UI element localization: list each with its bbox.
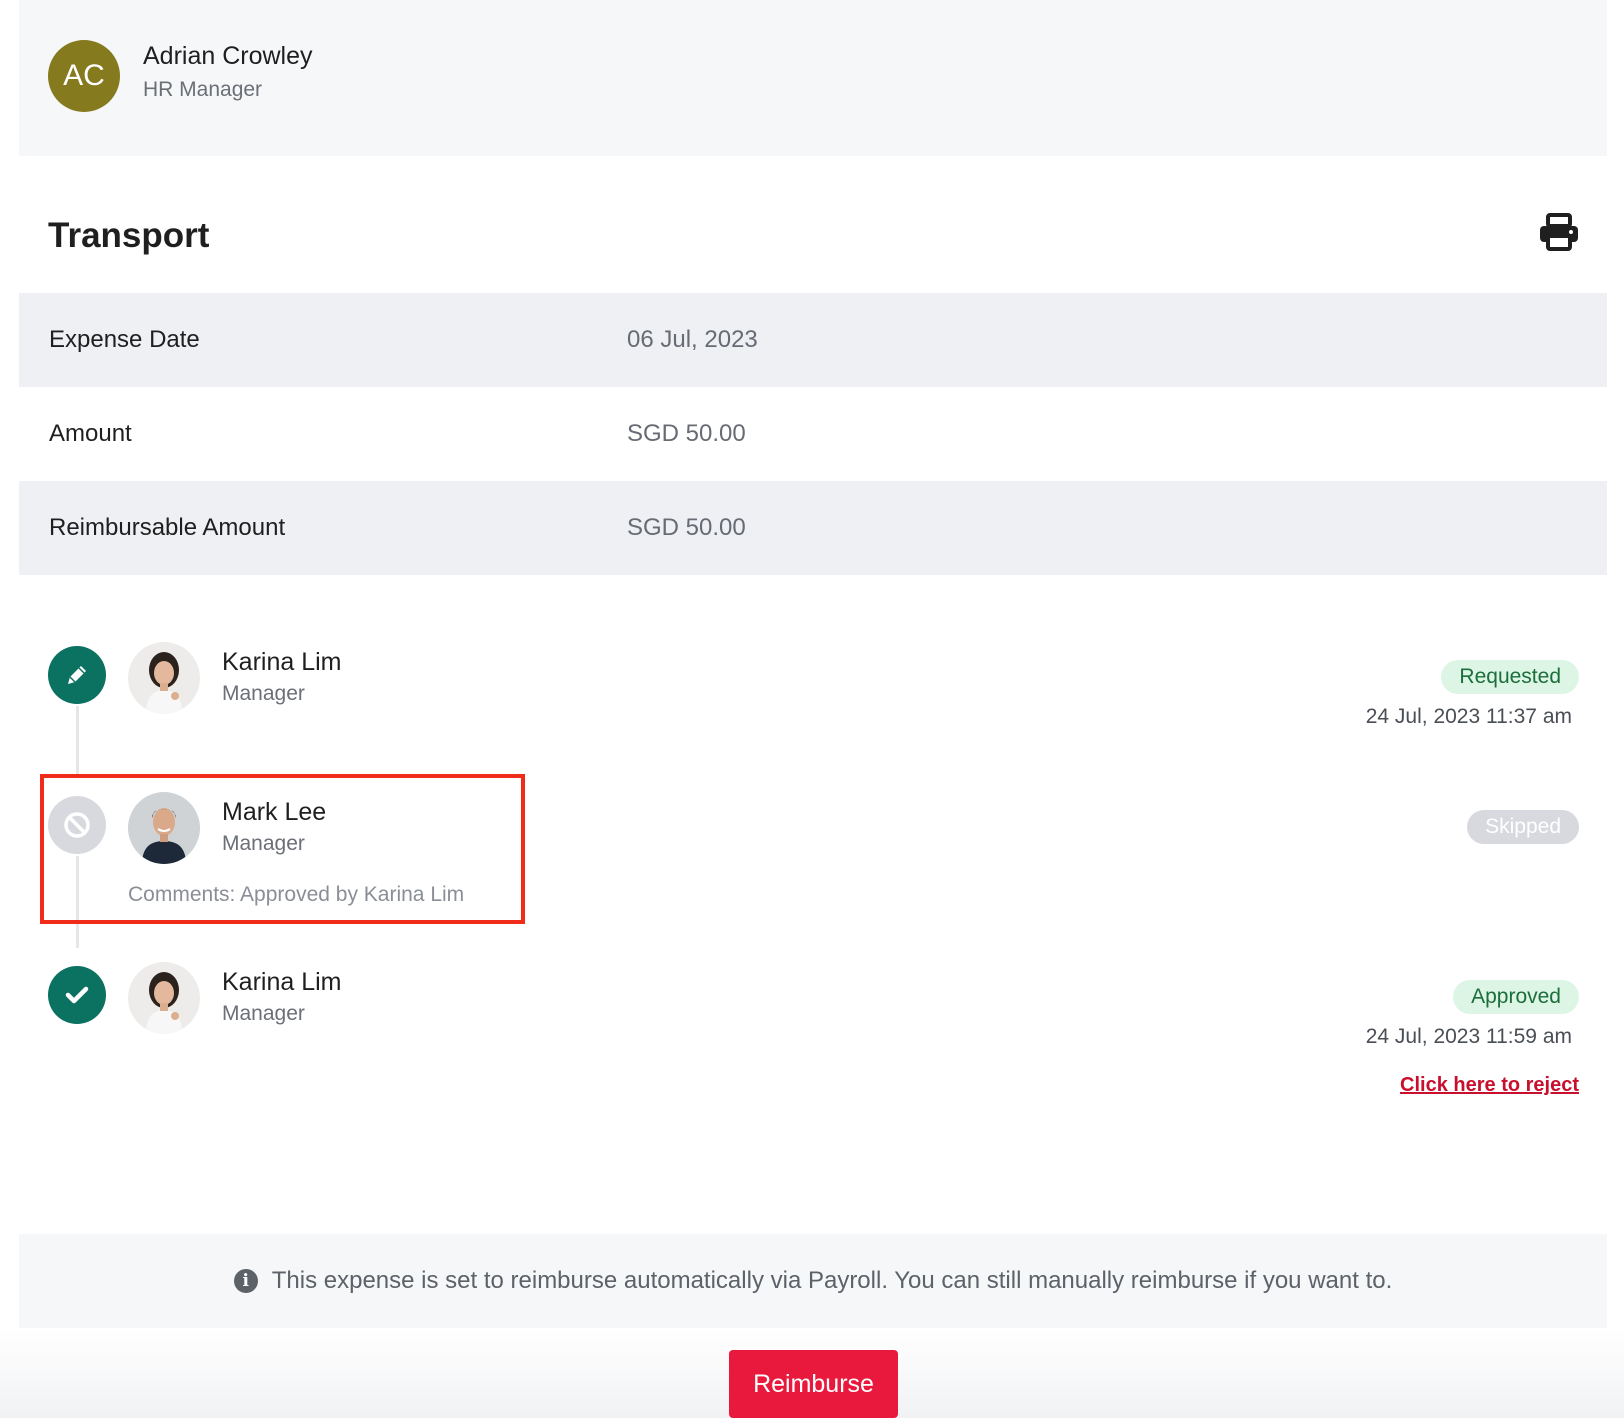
info-text: This expense is set to reimburse automat… xyxy=(271,1267,1393,1294)
requester-role: HR Manager xyxy=(143,78,263,101)
detail-value: SGD 50.00 xyxy=(627,514,746,541)
timestamp: 24 Jul, 2023 11:37 am xyxy=(1365,705,1572,728)
detail-row-reimbursable-amount: Reimbursable Amount SGD 50.00 xyxy=(19,481,1607,575)
reimburse-button[interactable]: Reimburse xyxy=(729,1350,898,1418)
pencil-icon xyxy=(48,646,106,704)
status-badge: Approved xyxy=(1453,980,1579,1014)
status-badge: Skipped xyxy=(1467,810,1579,844)
approver-name: Karina Lim xyxy=(222,648,342,676)
highlight-box xyxy=(40,774,525,924)
info-banner: i This expense is set to reimburse autom… xyxy=(19,1234,1607,1328)
approver-role: Manager xyxy=(222,682,305,705)
detail-label: Expense Date xyxy=(49,326,200,353)
timeline-connector xyxy=(76,706,79,778)
check-icon xyxy=(48,966,106,1024)
approver-name: Karina Lim xyxy=(222,968,342,996)
requester-header: AC Adrian Crowley HR Manager xyxy=(19,0,1607,156)
avatar xyxy=(128,962,200,1034)
detail-label: Reimbursable Amount xyxy=(49,514,286,541)
expense-detail-page: AC Adrian Crowley HR Manager Transport E… xyxy=(0,0,1624,1418)
requester-name: Adrian Crowley xyxy=(143,42,313,70)
print-icon[interactable] xyxy=(1538,212,1580,252)
detail-value: SGD 50.00 xyxy=(627,420,746,447)
approver-role: Manager xyxy=(222,1002,305,1025)
detail-row-amount: Amount SGD 50.00 xyxy=(19,387,1607,481)
detail-value: 06 Jul, 2023 xyxy=(627,326,758,353)
page-title: Transport xyxy=(48,216,210,255)
detail-label: Amount xyxy=(49,420,132,447)
info-icon: i xyxy=(233,1269,258,1293)
reject-link[interactable]: Click here to reject xyxy=(1400,1074,1579,1097)
detail-row-expense-date: Expense Date 06 Jul, 2023 xyxy=(19,293,1607,387)
status-badge: Requested xyxy=(1441,660,1579,694)
avatar xyxy=(128,642,200,714)
avatar: AC xyxy=(48,40,120,112)
timestamp: 24 Jul, 2023 11:59 am xyxy=(1365,1025,1572,1048)
